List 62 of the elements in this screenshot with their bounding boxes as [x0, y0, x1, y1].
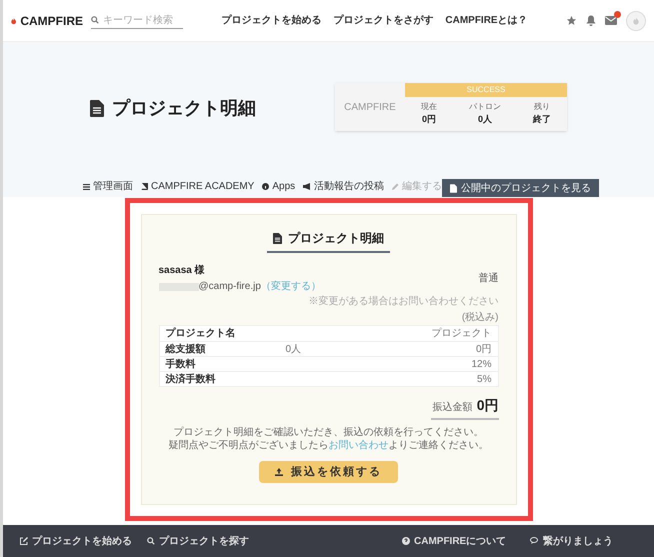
- tab-link[interactable]: Apps: [262, 179, 296, 194]
- chat-icon: [530, 537, 539, 545]
- email-address: @camp-fire.jp: [198, 280, 261, 294]
- stat-label: 現在: [421, 101, 437, 114]
- search-field[interactable]: キーワード検索: [91, 12, 183, 28]
- list-icon: [83, 184, 90, 190]
- customer-name: sasasa 様: [158, 264, 206, 278]
- account-note: ※変更がある場合はお問い合わせください: [308, 294, 498, 309]
- mail-icon[interactable]: [605, 16, 617, 25]
- contact-text: 疑問点やご不明点がございましたらお問い合わせよりご連絡ください。: [168, 439, 490, 452]
- bell-icon[interactable]: [586, 15, 596, 26]
- nav-link[interactable]: プロジェクトをさがす: [333, 13, 434, 28]
- success-banner: SUCCESS: [405, 83, 567, 97]
- stat-value: 0人: [478, 113, 492, 126]
- flame-logo-icon: [11, 14, 16, 26]
- table-cell-text: 0円: [476, 342, 492, 356]
- footer-link[interactable]: プロジェクトを始める: [20, 534, 147, 548]
- view-project-button[interactable]: 公開中のプロジェクトを見る: [442, 179, 600, 197]
- table-cell-text: 5%: [477, 372, 492, 386]
- footer-link[interactable]: プロジェクトを探す: [147, 534, 402, 548]
- account-type: 普通: [478, 272, 498, 286]
- document-icon: [450, 184, 458, 192]
- transfer-request-button[interactable]: 振込を依頼する: [259, 461, 398, 483]
- info-circle-icon: [262, 183, 270, 190]
- edit-icon: [20, 537, 28, 545]
- total-amount: 0円: [476, 396, 498, 415]
- stat-label: 残り: [534, 101, 550, 114]
- table-cell-text: プロジェクト名: [166, 326, 236, 341]
- stat-value: 終了: [533, 113, 551, 126]
- table-cell-text: 決済手数料: [166, 372, 216, 386]
- table-cell-text: 手数料: [166, 358, 196, 372]
- pencil-icon: [392, 183, 400, 190]
- total-label: 振込金額: [432, 400, 473, 415]
- tab-link[interactable]: CAMPFIRE ACADEMY: [141, 179, 254, 194]
- search-icon: [147, 537, 155, 545]
- tax-note: (税込み): [462, 310, 498, 325]
- megaphone-icon: [303, 183, 312, 190]
- footer-link[interactable]: 繋がりましょう: [530, 534, 613, 548]
- tab-link[interactable]: 活動報告の投稿: [303, 179, 384, 194]
- nav-link[interactable]: CAMPFIREとは？: [445, 13, 528, 28]
- star-icon[interactable]: [566, 15, 577, 26]
- table-cell-text: 12%: [471, 358, 492, 372]
- instruction-text: プロジェクト明細をご確認いただき、振込の依頼を行ってください。: [172, 426, 484, 439]
- question-circle-icon: [402, 537, 410, 545]
- stat-value: 0円: [422, 113, 436, 126]
- table-cell-text: 総支援額: [166, 342, 206, 356]
- nav-link[interactable]: プロジェクトを始める: [221, 13, 322, 28]
- table-cell-text: 0人: [286, 342, 302, 356]
- table-cell-text: プロジェクト: [432, 326, 492, 341]
- campfire-logo: CAMPFIRE: [344, 100, 396, 114]
- stat-label: パトロン: [469, 101, 501, 114]
- search-icon: [91, 16, 99, 24]
- statement-title: プロジェクト明細: [288, 230, 384, 247]
- campfire-logo[interactable]: CAMPFIRE: [20, 12, 83, 30]
- tab-link[interactable]: 管理画面: [83, 179, 133, 194]
- page-title: プロジェクト明細: [112, 97, 256, 120]
- notification-badge: [614, 11, 621, 18]
- document-icon: [273, 232, 282, 244]
- upload-icon: [275, 468, 283, 476]
- flame-icon: [633, 16, 639, 24]
- document-icon: [90, 100, 104, 117]
- footer-link[interactable]: CAMPFIREについて: [402, 534, 530, 548]
